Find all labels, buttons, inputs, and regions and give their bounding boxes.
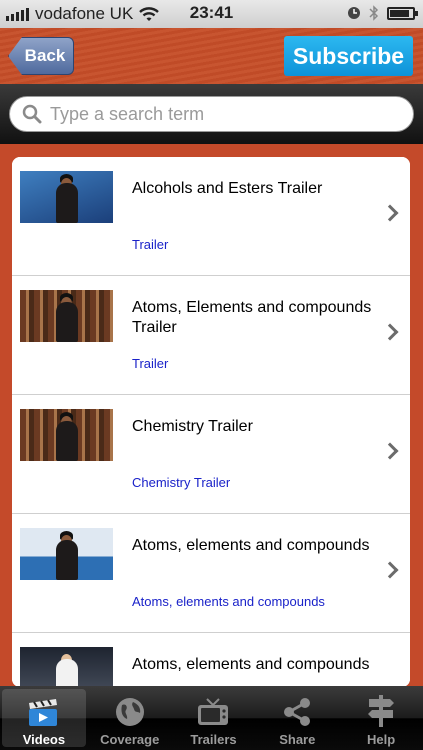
tab-trailers[interactable]: Trailers: [172, 686, 256, 750]
video-thumbnail: [20, 171, 113, 223]
tab-label: Videos: [22, 732, 66, 747]
tab-help[interactable]: Help: [339, 686, 423, 750]
tab-label: Coverage: [100, 732, 160, 747]
chevron-right-icon: [381, 204, 399, 222]
tab-share[interactable]: Share: [255, 686, 339, 750]
video-thumbnail: [20, 528, 113, 580]
tab-label: Trailers: [190, 732, 237, 747]
search-icon: [22, 104, 42, 124]
item-title: Atoms, elements and compounds: [132, 656, 370, 673]
search-bar: [0, 84, 423, 144]
video-thumbnail: [20, 647, 113, 687]
tab-label: Share: [279, 732, 316, 747]
battery-icon: [387, 6, 418, 20]
status-bar: vodafone UK 23:41: [0, 0, 423, 28]
list-item-atoms-elements-compounds-2[interactable]: Atoms, elements and compounds: [12, 633, 410, 687]
item-subtitle: Chemistry Trailer: [132, 475, 231, 490]
tab-bar: Videos Coverage Trailers Share Help: [0, 686, 423, 750]
tv-icon: [198, 698, 229, 725]
item-title: Alcohols and Esters Trailer: [132, 180, 323, 197]
globe-icon: [115, 698, 144, 726]
alarm-clock-icon: [348, 7, 360, 19]
clapperboard-icon: [28, 699, 57, 726]
signpost-icon: [368, 695, 395, 727]
item-title: Atoms, elements and compounds: [132, 537, 370, 554]
list-item-atoms-elements-trailer[interactable]: Atoms, Elements and compounds Trailer Tr…: [12, 276, 410, 395]
video-list: Alcohols and Esters Trailer Trailer Atom…: [12, 157, 410, 687]
chevron-right-icon: [381, 323, 399, 341]
item-subtitle: Atoms, elements and compounds: [132, 594, 325, 609]
subscribe-button[interactable]: Subscribe: [284, 36, 413, 76]
item-subtitle: Trailer: [132, 237, 169, 252]
share-icon: [284, 698, 311, 726]
chevron-right-icon: [381, 442, 399, 460]
search-field[interactable]: [9, 96, 414, 132]
item-title: Atoms, Elements and compounds Trailer: [132, 299, 372, 336]
video-thumbnail: [20, 290, 113, 342]
item-title: Chemistry Trailer: [132, 418, 253, 435]
navigation-bar: Back Subscribe: [0, 28, 423, 84]
tab-coverage[interactable]: Coverage: [88, 686, 172, 750]
list-item-alcohols-esters-trailer[interactable]: Alcohols and Esters Trailer Trailer: [12, 157, 410, 276]
bluetooth-icon: [369, 5, 379, 21]
search-input[interactable]: [50, 103, 390, 125]
list-item-chemistry-trailer[interactable]: Chemistry Trailer Chemistry Trailer: [12, 395, 410, 514]
back-button[interactable]: Back: [8, 37, 74, 75]
chevron-right-icon: [381, 561, 399, 579]
tab-label: Help: [367, 732, 396, 747]
item-subtitle: Trailer: [132, 356, 169, 371]
list-item-atoms-elements-compounds[interactable]: Atoms, elements and compounds Atoms, ele…: [12, 514, 410, 633]
video-thumbnail: [20, 409, 113, 461]
tab-videos[interactable]: Videos: [2, 689, 86, 747]
